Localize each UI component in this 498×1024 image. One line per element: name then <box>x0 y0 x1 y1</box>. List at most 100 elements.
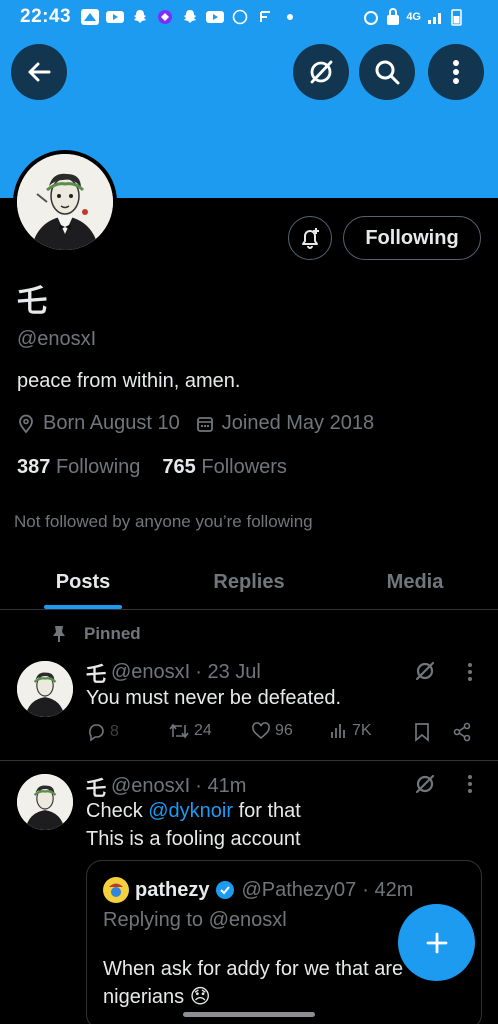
profile-bio: peace from within, amen. <box>17 370 241 392</box>
bookmark-icon <box>415 723 429 742</box>
notification-icons <box>81 9 299 25</box>
views-button[interactable]: 7K <box>330 722 372 740</box>
repost-button[interactable]: 24 <box>168 722 212 740</box>
quote-text-line2: nigerians 😞 <box>103 986 211 1008</box>
repost-count: 24 <box>194 722 212 739</box>
birthday-text: Born August 10 <box>43 412 180 434</box>
whatsapp-icon <box>231 9 249 25</box>
tweet-author-handle[interactable]: @enosxI <box>111 661 190 684</box>
tab-replies[interactable]: Replies <box>166 556 332 609</box>
tweet-time[interactable]: · 23 Jul <box>195 661 261 684</box>
home-indicator[interactable] <box>183 1012 315 1017</box>
signal-icon <box>428 13 441 24</box>
more-vertical-icon <box>468 775 472 793</box>
verified-icon <box>216 881 235 899</box>
following-label: Following <box>55 456 141 478</box>
tweet-text-part: for that <box>233 800 301 822</box>
reply-count: 8 <box>110 723 119 740</box>
tweet-more-button[interactable] <box>460 772 480 796</box>
tweet-actions: 8 24 96 7K <box>86 722 486 750</box>
follow-counts: 387 Following 765 Followers <box>17 456 287 479</box>
following-count: 387 <box>17 456 51 478</box>
quote-avatar <box>103 877 129 903</box>
system-icons: 4G <box>362 8 462 26</box>
quote-author-handle: @Pathezy07 <box>241 878 357 901</box>
reply-button[interactable]: 8 <box>86 722 119 742</box>
reply-icon <box>89 724 104 742</box>
share-icon <box>453 722 471 742</box>
quote-author-name: pathezy <box>135 878 210 901</box>
quote-time: · 42m <box>362 878 414 901</box>
grok-icon[interactable] <box>413 659 437 683</box>
tweet-header: 乇 @enosxI · 23 Jul <box>86 658 261 687</box>
joined-item: Joined May 2018 <box>196 412 374 435</box>
tweet-text-part: Check <box>86 800 149 822</box>
tweet-text: Check @dyknoir for that This is a foolin… <box>86 797 301 853</box>
grok-button[interactable] <box>293 44 349 100</box>
tab-media[interactable]: Media <box>332 556 498 609</box>
grok-icon[interactable] <box>413 772 437 796</box>
notifications-button[interactable] <box>288 216 332 260</box>
birthday-item: Born August 10 <box>17 412 180 435</box>
search-icon <box>375 60 400 85</box>
tweet-more-button[interactable] <box>460 660 480 684</box>
tweet-text-line1: Check @dyknoir for that <box>86 797 301 825</box>
profile-avatar[interactable] <box>13 150 117 254</box>
followers-label: Followers <box>201 456 287 478</box>
profile-handle: @enosxI <box>17 328 97 350</box>
following-button[interactable]: Following <box>343 216 481 260</box>
battery-icon <box>451 9 462 26</box>
location-icon <box>19 414 33 433</box>
share-button[interactable] <box>452 722 472 742</box>
search-button[interactable] <box>359 44 415 100</box>
app-notification-icon <box>81 9 100 25</box>
like-button[interactable]: 96 <box>251 722 293 740</box>
snapchat-icon <box>131 9 149 25</box>
lock-icon <box>387 8 400 25</box>
mention-link[interactable]: @dyknoir <box>148 800 233 822</box>
views-icon <box>331 724 345 738</box>
back-arrow-icon <box>28 62 51 82</box>
avatar-image <box>17 154 113 250</box>
quote-replying-to: Replying to @enosxl <box>103 909 287 931</box>
status-time: 22:43 <box>20 6 72 27</box>
like-icon <box>252 722 270 740</box>
display-name: 乇 <box>17 285 47 318</box>
following-count-link[interactable]: 387 Following <box>17 456 140 479</box>
profile-tabs: Posts Replies Media <box>0 556 498 610</box>
tweet-avatar[interactable] <box>17 661 73 717</box>
back-button[interactable] <box>11 44 67 100</box>
bell-plus-icon <box>302 228 319 249</box>
pinned-indicator: Pinned <box>52 624 141 644</box>
tweet-author-handle[interactable]: @enosxI <box>111 775 190 798</box>
tweet-text: You must never be defeated. <box>86 687 341 709</box>
bookmark-button[interactable] <box>414 722 430 742</box>
tweet-avatar[interactable] <box>17 774 73 830</box>
dot-icon <box>281 9 299 25</box>
views-count: 7K <box>352 722 372 739</box>
profile-meta: Born August 10 Joined May 2018 <box>17 412 390 435</box>
calendar-icon <box>196 416 213 432</box>
tweet-time[interactable]: · 41m <box>195 775 246 798</box>
followers-count: 765 <box>162 456 196 478</box>
pin-icon <box>53 626 65 642</box>
compose-post-button[interactable] <box>398 904 475 981</box>
tweet-text-line2: This is a fooling account <box>86 828 301 850</box>
not-followed-notice: Not followed by anyone you’re following <box>14 512 313 531</box>
youtube-icon <box>106 9 125 25</box>
joined-text: Joined May 2018 <box>221 412 375 434</box>
alarm-icon <box>364 11 379 25</box>
grok-icon <box>310 60 333 84</box>
more-options-button[interactable] <box>428 44 484 100</box>
snapchat-icon-2 <box>181 9 199 25</box>
more-vertical-icon <box>468 663 472 681</box>
network-type: 4G <box>406 11 421 23</box>
tab-posts[interactable]: Posts <box>0 556 166 609</box>
flash-icon <box>256 9 274 25</box>
followers-count-link[interactable]: 765 Followers <box>162 456 287 479</box>
tweet-author-name[interactable]: 乇 <box>86 658 106 687</box>
youtube-icon-2 <box>206 9 225 25</box>
more-vertical-icon <box>453 60 459 84</box>
app-icon <box>156 9 174 25</box>
repost-icon <box>169 723 189 739</box>
